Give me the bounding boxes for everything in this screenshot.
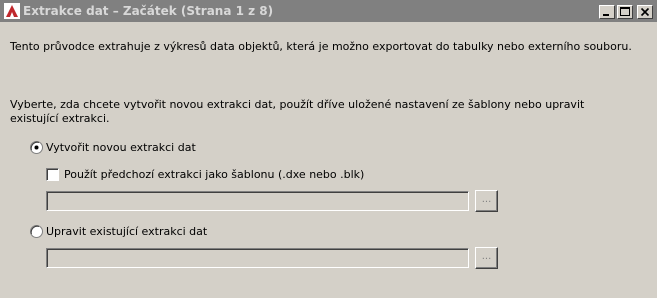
minimize-button[interactable] (599, 5, 615, 19)
maximize-button[interactable] (617, 5, 633, 19)
use-template-checkbox[interactable] (46, 168, 59, 181)
prompt-text: Vyberte, zda chcete vytvořit novou extra… (10, 98, 585, 125)
template-path-field[interactable] (46, 191, 469, 211)
maximize-icon (620, 7, 630, 16)
new-extraction-label[interactable]: Vytvořit novou extrakci dat (46, 141, 196, 154)
intro-text: Tento průvodce extrahuje z výkresů data … (10, 40, 632, 53)
close-icon (640, 7, 650, 17)
edit-existing-radio[interactable] (30, 225, 43, 238)
window-title: Extrakce dat – Začátek (Strana 1 z 8) (23, 4, 274, 18)
minimize-icon (603, 14, 609, 16)
template-browse-button[interactable]: ... (475, 190, 498, 212)
autocad-app-icon (4, 3, 20, 19)
new-extraction-radio[interactable] (30, 141, 43, 154)
existing-browse-button[interactable]: ... (475, 247, 498, 269)
existing-path-field[interactable] (46, 248, 469, 268)
edit-existing-label[interactable]: Upravit existující extrakci dat (46, 225, 207, 238)
title-bar[interactable]: Extrakce dat – Začátek (Strana 1 z 8) (0, 0, 657, 22)
use-template-label[interactable]: Použít předchozí extrakci jako šablonu (… (64, 168, 364, 181)
close-button[interactable] (637, 5, 653, 19)
